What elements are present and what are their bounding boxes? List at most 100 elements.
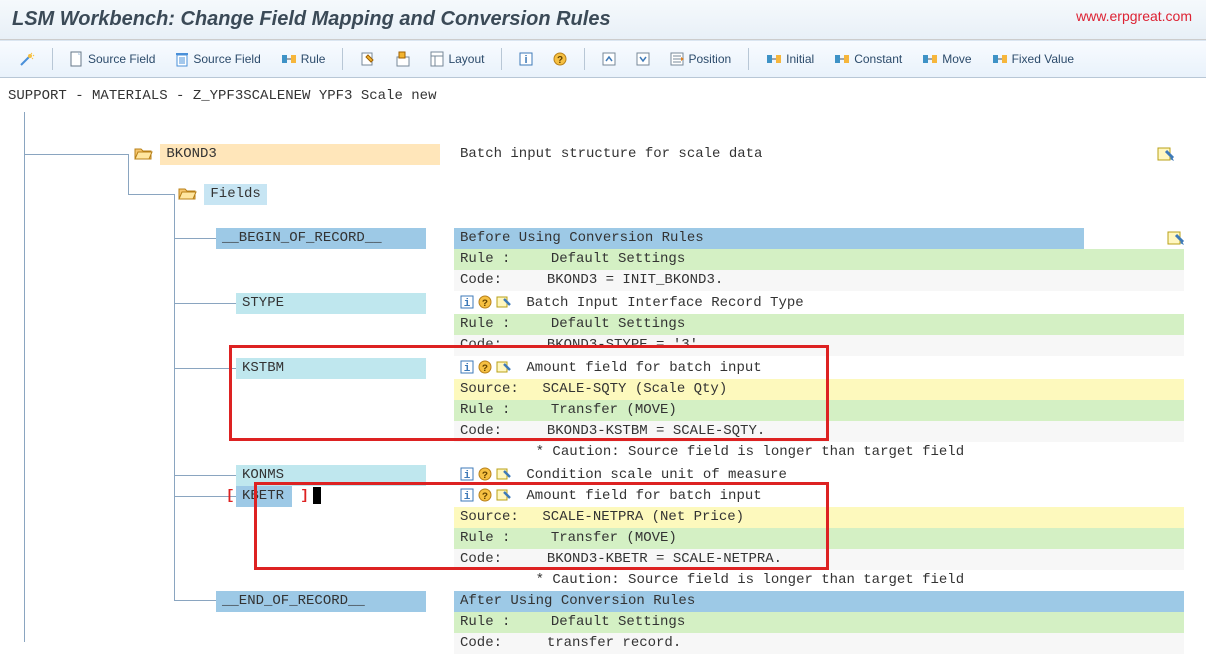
svg-text:i: i	[525, 54, 528, 66]
begin-code-val: BKOND3 = INIT_BKOND3.	[547, 272, 723, 288]
info-button[interactable]: i	[510, 48, 542, 70]
structure-node[interactable]: BKOND3	[160, 144, 440, 165]
toolbar: Source Field Source Field Rule Layout i …	[0, 40, 1206, 78]
assign-icon	[992, 52, 1008, 66]
expand-button[interactable]	[627, 48, 659, 70]
stype-rule-val: Default Settings	[547, 314, 689, 335]
position-button[interactable]: Position	[661, 48, 740, 70]
rule-label: Rule :	[460, 528, 530, 549]
document-new-icon	[70, 51, 84, 67]
svg-text:i: i	[464, 298, 471, 310]
constant-label: Constant	[854, 52, 902, 66]
svg-text:?: ?	[557, 55, 563, 66]
note-pencil-icon[interactable]	[496, 295, 512, 309]
pencil-icon	[360, 51, 376, 67]
fixed-value-button[interactable]: Fixed Value	[983, 48, 1083, 70]
konms-node[interactable]: KONMS	[236, 465, 426, 486]
svg-text:?: ?	[482, 364, 488, 375]
rule-label: Rule :	[460, 314, 530, 335]
info-icon[interactable]: i	[460, 360, 474, 374]
rule-label: Rule	[301, 52, 326, 66]
kstbm-desc: Amount field for batch input	[526, 360, 761, 376]
begin-rule-val: Default Settings	[547, 249, 689, 270]
code-label: Code:	[460, 633, 530, 654]
code-label: Code:	[460, 549, 530, 570]
kstbm-node[interactable]: KSTBM	[236, 358, 426, 379]
kbetr-src-val: SCALE-NETPRA (Net Price)	[538, 507, 748, 528]
rule-label: Rule :	[460, 249, 530, 270]
layout-icon	[430, 51, 444, 67]
collapse-button[interactable]	[593, 48, 625, 70]
svg-text:?: ?	[482, 471, 488, 482]
info-icon: i	[519, 52, 533, 66]
end-rule-val: Default Settings	[547, 612, 689, 633]
wand-button[interactable]	[10, 47, 44, 71]
info-icon[interactable]: i	[460, 295, 474, 309]
code-label: Code:	[460, 270, 530, 291]
help-icon[interactable]: ?	[478, 467, 492, 481]
info-icon[interactable]: i	[460, 488, 474, 502]
end-code-val: transfer record.	[547, 635, 681, 651]
kbetr-caution: * Caution: Source field is longer than t…	[536, 572, 964, 588]
help-icon[interactable]: ?	[478, 360, 492, 374]
wand-icon	[19, 51, 35, 67]
help-button[interactable]: ?	[544, 48, 576, 70]
kbetr-code-val: BKOND3-KBETR = SCALE-NETPRA.	[547, 551, 782, 567]
note-icon[interactable]	[1156, 145, 1176, 163]
trash-icon	[175, 51, 189, 67]
info-icon[interactable]: i	[460, 467, 474, 481]
fields-node[interactable]: Fields	[204, 184, 266, 205]
layout-button[interactable]: Layout	[421, 47, 493, 71]
help-icon[interactable]: ?	[478, 295, 492, 309]
script-icon	[396, 51, 410, 67]
move-button[interactable]: Move	[913, 48, 980, 70]
new-source-field-label: Source Field	[88, 52, 155, 66]
note-pencil-icon[interactable]	[496, 360, 512, 374]
kbetr-desc: Amount field for batch input	[526, 488, 761, 504]
collapse-icon	[602, 52, 616, 66]
note-pencil-icon[interactable]	[496, 488, 512, 502]
text-cursor	[313, 487, 321, 504]
end-record-node[interactable]: __END_OF_RECORD__	[216, 591, 426, 612]
layout-label: Layout	[448, 52, 484, 66]
stype-node[interactable]: STYPE	[236, 293, 426, 314]
selection-bracket-close: ]	[300, 488, 308, 504]
kbetr-node[interactable]: KBETR	[236, 486, 292, 507]
stype-code-val: BKOND3-STYPE = '3'.	[547, 337, 707, 353]
svg-text:?: ?	[482, 492, 488, 503]
constant-button[interactable]: Constant	[825, 48, 911, 70]
assign-icon	[834, 52, 850, 66]
folder-open-icon	[178, 186, 196, 200]
initial-button[interactable]: Initial	[757, 48, 823, 70]
assign-icon	[766, 52, 782, 66]
code-label: Code:	[460, 421, 530, 442]
begin-desc: Before Using Conversion Rules	[460, 230, 704, 246]
stype-desc: Batch Input Interface Record Type	[526, 295, 803, 311]
new-source-field-button[interactable]: Source Field	[61, 47, 164, 71]
url-label: www.erpgreat.com	[1076, 8, 1192, 24]
structure-desc: Batch input structure for scale data	[454, 144, 1184, 165]
rule-icon	[281, 52, 297, 66]
folder-open-icon	[134, 146, 152, 160]
begin-record-node[interactable]: __BEGIN_OF_RECORD__	[216, 228, 426, 249]
kstbm-rule-val: Transfer (MOVE)	[547, 400, 681, 421]
rule-button[interactable]: Rule	[272, 48, 335, 70]
delete-source-field-label: Source Field	[193, 52, 260, 66]
note-icon[interactable]	[1166, 229, 1186, 247]
breadcrumb: SUPPORT - MATERIALS - Z_YPF3SCALENEW YPF…	[8, 86, 1194, 112]
script-button[interactable]	[387, 47, 419, 71]
content-area: SUPPORT - MATERIALS - Z_YPF3SCALENEW YPF…	[0, 78, 1206, 660]
source-label: Source:	[460, 379, 530, 400]
title-bar: LSM Workbench: Change Field Mapping and …	[0, 0, 1206, 40]
kstbm-src-val: SCALE-SQTY (Scale Qty)	[538, 379, 731, 400]
help-icon[interactable]: ?	[478, 488, 492, 502]
kbetr-rule-val: Transfer (MOVE)	[547, 528, 681, 549]
note-pencil-icon[interactable]	[496, 467, 512, 481]
edit-button[interactable]	[351, 47, 385, 71]
kstbm-caution: * Caution: Source field is longer than t…	[536, 444, 964, 460]
svg-text:i: i	[464, 491, 471, 503]
delete-source-field-button[interactable]: Source Field	[166, 47, 269, 71]
konms-desc: Condition scale unit of measure	[526, 467, 786, 483]
initial-label: Initial	[786, 52, 814, 66]
kstbm-code-val: BKOND3-KSTBM = SCALE-SQTY.	[547, 423, 765, 439]
